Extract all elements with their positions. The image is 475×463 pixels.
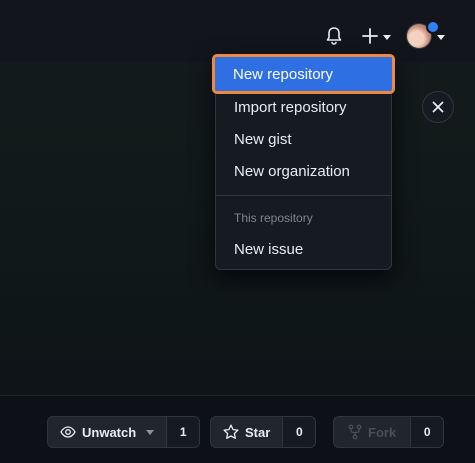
- close-icon: [432, 101, 444, 113]
- watch-button-group: Unwatch 1: [47, 416, 201, 448]
- chevron-down-icon: [146, 430, 155, 435]
- fork-icon: [348, 424, 362, 440]
- watchers-count[interactable]: 1: [167, 417, 200, 447]
- chevron-down-icon: [436, 34, 445, 40]
- eye-icon: [60, 426, 76, 438]
- menu-item-new-issue[interactable]: New issue: [216, 234, 391, 264]
- menu-item-new-repository[interactable]: New repository: [212, 54, 395, 94]
- menu-divider: [216, 195, 391, 196]
- plus-icon: [361, 28, 378, 44]
- menu-section-heading: This repository: [234, 211, 313, 225]
- menu-item-import-repository[interactable]: Import repository: [216, 92, 391, 122]
- chevron-down-icon: [382, 34, 391, 40]
- unwatch-button[interactable]: Unwatch: [48, 417, 168, 447]
- menu-item-new-gist[interactable]: New gist: [216, 124, 391, 154]
- close-button[interactable]: [422, 91, 454, 123]
- menu-item-new-organization[interactable]: New organization: [216, 156, 391, 186]
- create-dropdown-menu: New repository Import repository New gis…: [212, 54, 395, 270]
- forks-count[interactable]: 0: [411, 417, 444, 447]
- star-icon: [223, 424, 239, 439]
- fork-button[interactable]: Fork: [334, 417, 412, 447]
- notifications-button[interactable]: [322, 24, 346, 48]
- create-new-button[interactable]: [358, 24, 394, 48]
- fork-label: Fork: [368, 424, 397, 440]
- star-label: Star: [245, 424, 271, 440]
- star-button[interactable]: Star: [211, 417, 284, 447]
- notification-dot: [426, 20, 440, 34]
- user-menu-button[interactable]: [404, 20, 446, 52]
- unwatch-label: Unwatch: [82, 424, 137, 440]
- star-button-group: Star 0: [210, 416, 317, 448]
- stars-count[interactable]: 0: [283, 417, 316, 447]
- fork-button-group: Fork 0: [333, 416, 445, 448]
- bell-icon: [326, 27, 342, 45]
- divider: [0, 395, 475, 396]
